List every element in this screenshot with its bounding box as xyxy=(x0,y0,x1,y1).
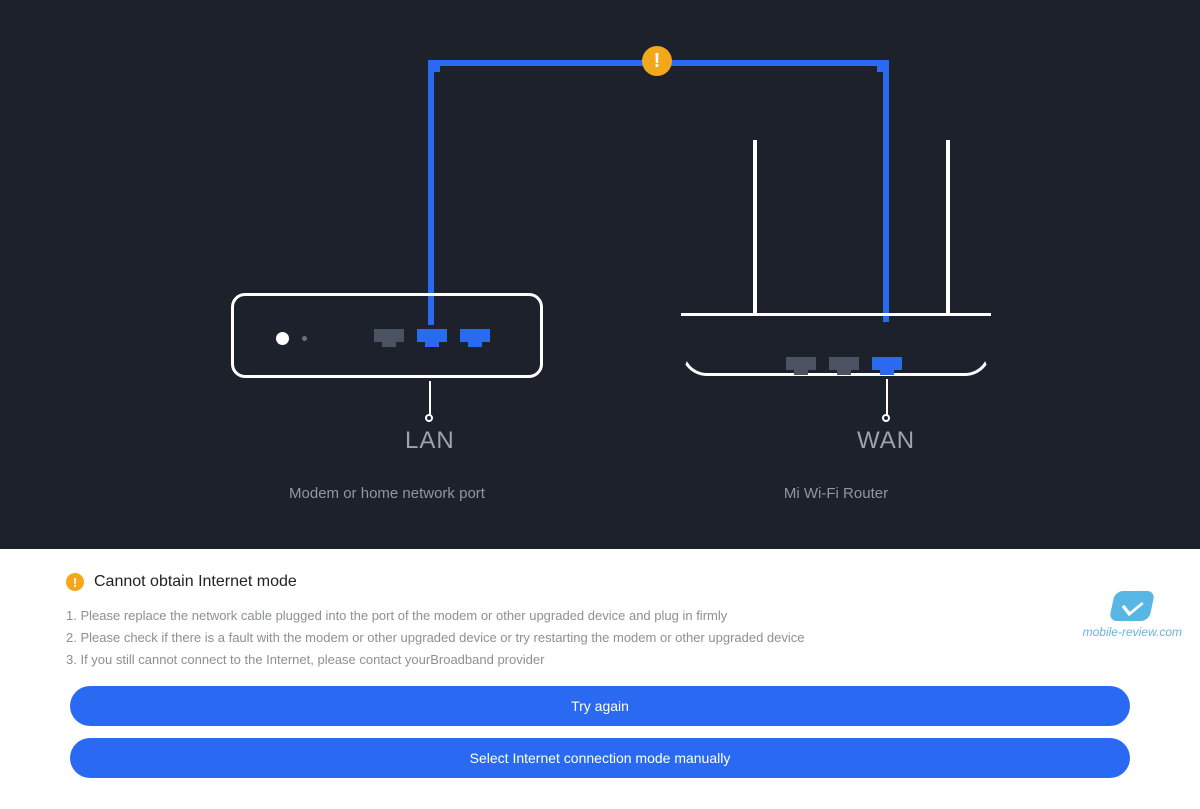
modem-led-icon xyxy=(276,332,289,345)
label-connector xyxy=(886,379,888,417)
ethernet-port-icon xyxy=(786,357,816,375)
ethernet-port-icon xyxy=(374,329,404,347)
error-step: 2. Please check if there is a fault with… xyxy=(66,627,1140,649)
ethernet-port-icon xyxy=(829,357,859,375)
connection-diagram: ! xyxy=(0,0,1200,549)
modem-device xyxy=(231,293,543,378)
ethernet-port-icon xyxy=(460,329,490,347)
label-connector xyxy=(425,414,433,422)
error-step: 1. Please replace the network cable plug… xyxy=(66,605,1140,627)
router-antenna-icon xyxy=(946,140,950,313)
select-mode-manually-button[interactable]: Select Internet connection mode manually xyxy=(70,738,1130,778)
ethernet-port-icon xyxy=(417,329,447,347)
label-connector xyxy=(429,381,431,417)
router-ports xyxy=(681,324,991,364)
connection-warning-icon: ! xyxy=(642,46,672,76)
error-heading: ! Cannot obtain Internet mode xyxy=(66,573,1140,591)
ethernet-port-icon xyxy=(872,357,902,375)
error-title-text: Cannot obtain Internet mode xyxy=(94,573,297,591)
modem-led-icon xyxy=(302,336,307,341)
label-connector xyxy=(882,414,890,422)
warning-icon: ! xyxy=(66,573,84,591)
cable-corner xyxy=(428,60,440,72)
cable-segment xyxy=(883,60,889,322)
error-panel: ! Cannot obtain Internet mode 1. Please … xyxy=(0,549,1200,778)
cable-segment xyxy=(428,60,434,325)
lan-port-label: LAN xyxy=(405,427,455,455)
router-caption: Mi Wi-Fi Router xyxy=(681,485,991,502)
cable-corner xyxy=(877,60,889,72)
wan-port-label: WAN xyxy=(857,427,915,455)
modem-caption: Modem or home network port xyxy=(231,485,543,502)
try-again-button[interactable]: Try again xyxy=(70,686,1130,726)
error-step: 3. If you still cannot connect to the In… xyxy=(66,649,1140,671)
connection-diagram-panel: ! xyxy=(0,0,1200,549)
router-antenna-icon xyxy=(753,140,757,313)
error-steps: 1. Please replace the network cable plug… xyxy=(66,605,1140,671)
